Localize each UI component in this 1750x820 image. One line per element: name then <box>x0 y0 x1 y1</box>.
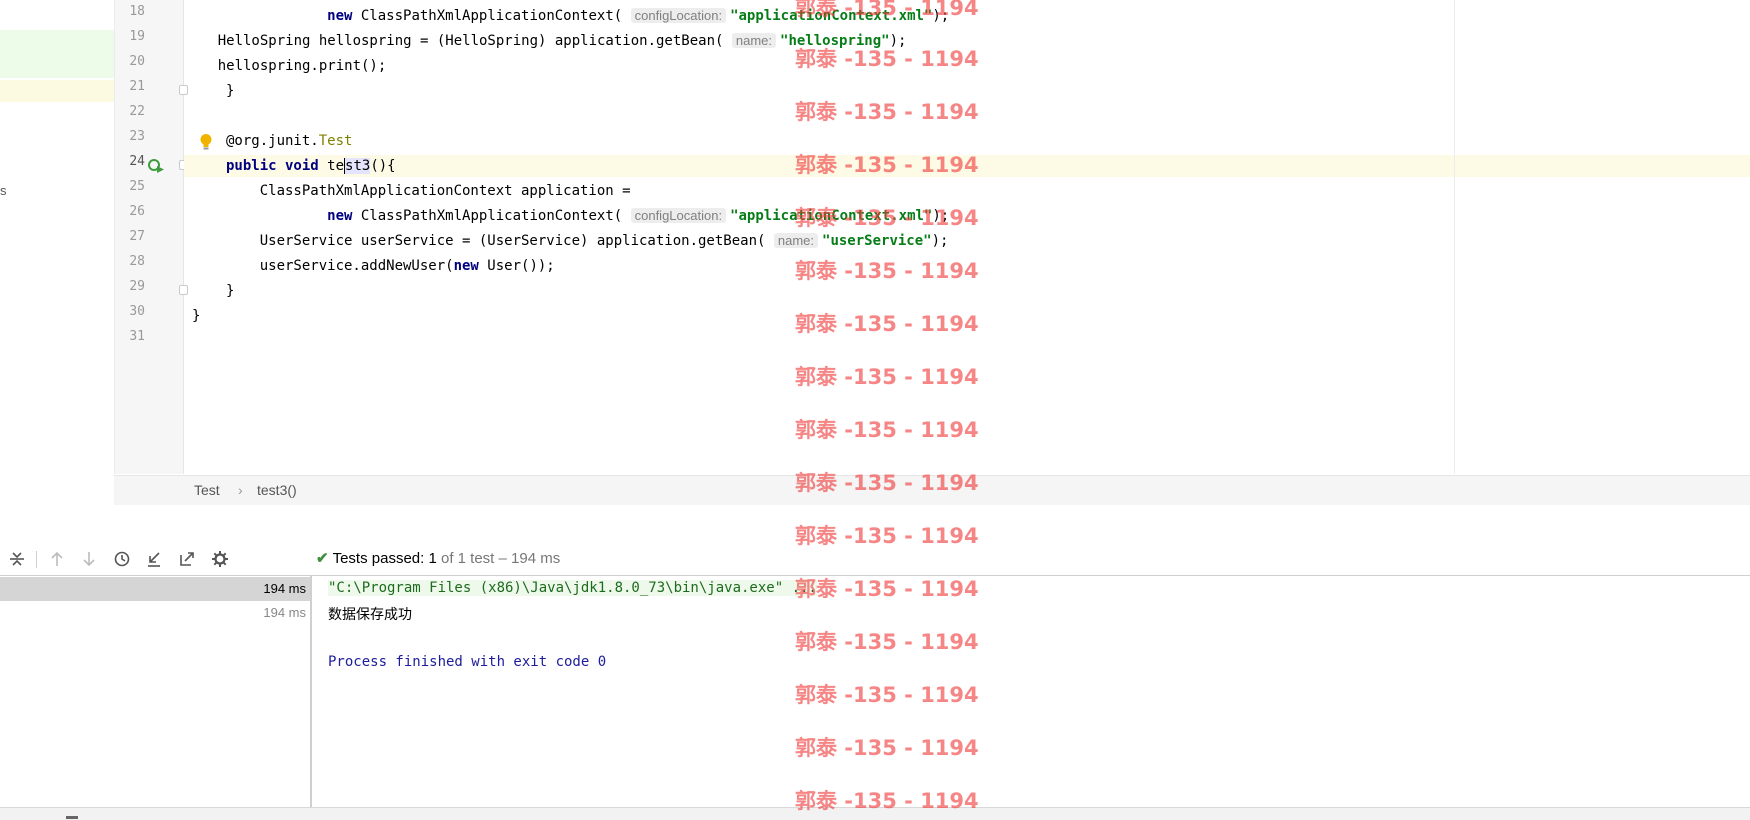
breadcrumb-method[interactable]: test3() <box>257 482 297 498</box>
watermark: 郭泰 -135 - 1194 <box>795 789 979 813</box>
code-line: @org.junit.Test <box>226 133 353 149</box>
line-number: 23 <box>129 129 145 144</box>
param-hint: configLocation: <box>630 8 727 23</box>
watermark: 郭泰 -135 - 1194 <box>795 365 979 389</box>
line-number: 28 <box>129 254 145 269</box>
line-number: 22 <box>129 104 145 119</box>
status-count: 1 <box>428 550 437 567</box>
test-tree-row[interactable]: 194 ms <box>0 577 310 601</box>
watermark: 郭泰 -135 - 1194 <box>795 47 979 71</box>
project-panel-edge: s <box>0 0 114 488</box>
console-output-line: 数据保存成功 <box>328 606 412 622</box>
code-line: userService.addNewUser(new User()); <box>226 258 555 274</box>
watermark: 郭泰 -135 - 1194 <box>795 312 979 336</box>
line-number: 30 <box>129 304 145 319</box>
console-exit-line: Process finished with exit code 0 <box>328 654 607 670</box>
settings-icon[interactable] <box>211 550 229 568</box>
watermark: 郭泰 -135 - 1194 <box>795 471 979 495</box>
project-row-highlight-current <box>0 80 114 102</box>
watermark: 郭泰 -135 - 1194 <box>795 153 979 177</box>
watermark: 郭泰 -135 - 1194 <box>795 683 979 707</box>
right-margin-guide <box>1454 0 1455 474</box>
line-number: 20 <box>129 54 145 69</box>
check-icon: ✔ <box>316 550 329 567</box>
param-hint: configLocation: <box>630 208 727 223</box>
console-output[interactable]: "C:\Program Files (x86)\Java\jdk1.8.0_73… <box>312 575 1750 808</box>
test-duration: 194 ms <box>263 605 306 620</box>
line-number: 25 <box>129 179 145 194</box>
test-duration: 194 ms <box>263 581 306 596</box>
code-line: } <box>192 308 201 324</box>
code-line: hellospring.print(); <box>184 58 387 74</box>
line-number-current: 24 <box>129 154 145 169</box>
code-line: ClassPathXmlApplicationContext applicati… <box>226 183 631 199</box>
line-number: 21 <box>129 79 145 94</box>
breadcrumb-separator: › <box>238 482 243 498</box>
toolbar-separator <box>36 551 37 568</box>
breadcrumb-class[interactable]: Test <box>194 482 220 498</box>
watermark: 郭泰 -135 - 1194 <box>795 206 979 230</box>
test-tree-row[interactable]: 194 ms <box>0 601 310 625</box>
watermark: 郭泰 -135 - 1194 <box>795 0 979 20</box>
line-number: 29 <box>129 279 145 294</box>
line-number: 31 <box>129 329 145 344</box>
history-icon[interactable] <box>113 550 131 568</box>
param-hint: name: <box>731 33 777 48</box>
test-results-tree: 194 ms 194 ms <box>0 575 312 807</box>
arrow-down-icon[interactable] <box>80 550 98 568</box>
code-line: } <box>226 83 235 99</box>
status-label: Tests passed: <box>332 550 425 567</box>
import-tests-icon[interactable] <box>145 550 163 568</box>
watermark: 郭泰 -135 - 1194 <box>795 524 979 548</box>
run-test-icon[interactable] <box>147 157 165 173</box>
watermark: 郭泰 -135 - 1194 <box>795 577 979 601</box>
watermark: 郭泰 -135 - 1194 <box>795 100 979 124</box>
console-command[interactable]: "C:\Program Files (x86)\Java\jdk1.8.0_73… <box>328 580 817 596</box>
export-tests-icon[interactable] <box>178 550 196 568</box>
watermark: 郭泰 -135 - 1194 <box>795 259 979 283</box>
line-number: 19 <box>129 29 145 44</box>
line-number: 26 <box>129 204 145 219</box>
code-line-current: public void test3(){ <box>226 158 396 174</box>
line-number: 27 <box>129 229 145 244</box>
line-number: 18 <box>129 4 145 19</box>
status-detail: of 1 test – 194 ms <box>440 550 561 567</box>
project-row-highlight <box>0 30 114 78</box>
editor-gutter: 18 19 20 21 22 23 24 25 26 27 28 29 30 3… <box>114 0 188 474</box>
collapse-icon[interactable] <box>8 550 26 568</box>
arrow-up-icon[interactable] <box>48 550 66 568</box>
watermark: 郭泰 -135 - 1194 <box>795 418 979 442</box>
param-hint: name: <box>773 233 819 248</box>
test-status: ✔ Tests passed: 1 of 1 test – 194 ms <box>316 549 560 567</box>
code-line: } <box>226 283 235 299</box>
code-line: UserService userService = (UserService) … <box>226 233 949 249</box>
watermark: 郭泰 -135 - 1194 <box>795 736 979 760</box>
project-item-fragment: s <box>0 183 7 198</box>
watermark: 郭泰 -135 - 1194 <box>795 630 979 654</box>
